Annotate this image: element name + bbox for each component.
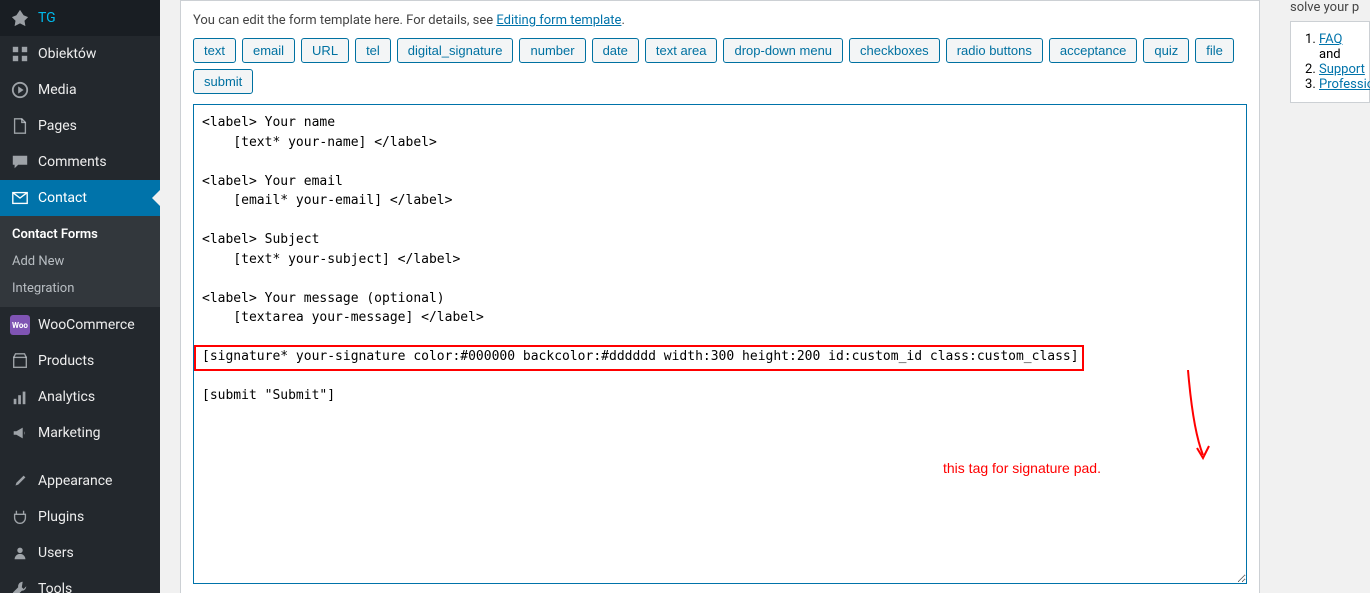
sidebar-item-products[interactable]: Products xyxy=(0,343,160,379)
link-after: and xyxy=(1319,47,1341,62)
sidebar-item-label: Plugins xyxy=(38,509,84,525)
woo-icon: Woo xyxy=(10,315,30,335)
sidebar-item-label: Contact xyxy=(38,190,87,206)
products-icon xyxy=(10,351,30,371)
sidebar-item-label: Pages xyxy=(38,118,77,134)
tag-checkboxes-button[interactable]: checkboxes xyxy=(849,38,940,63)
intro-text: You can edit the form template here. For… xyxy=(193,13,1247,28)
analytics-icon xyxy=(10,387,30,407)
appearance-icon xyxy=(10,471,30,491)
sidebar-item-label: Appearance xyxy=(38,473,112,489)
sidebar-item-plugins[interactable]: Plugins xyxy=(0,499,160,535)
tag-date-button[interactable]: date xyxy=(592,38,639,63)
tag-quiz-button[interactable]: quiz xyxy=(1143,38,1189,63)
intro-prefix: You can edit the form template here. For… xyxy=(193,13,496,28)
sidebar-item-pages[interactable]: Pages xyxy=(0,108,160,144)
sidebar-item-media[interactable]: Media xyxy=(0,72,160,108)
sidebar-item-analytics[interactable]: Analytics xyxy=(0,379,160,415)
page-icon xyxy=(10,116,30,136)
tag-number-button[interactable]: number xyxy=(519,38,585,63)
sidebar-item-label: WooCommerce xyxy=(38,317,135,333)
form-editor-panel: You can edit the form template here. For… xyxy=(180,0,1260,593)
submenu-integration[interactable]: Integration xyxy=(0,275,160,302)
tag-acceptance-button[interactable]: acceptance xyxy=(1049,38,1138,63)
tag-radio-button[interactable]: radio buttons xyxy=(946,38,1043,63)
submenu-add-new[interactable]: Add New xyxy=(0,248,160,275)
sidebar-item-label: TG xyxy=(38,10,56,26)
sidebar-item-label: Users xyxy=(38,545,74,561)
mail-icon xyxy=(10,188,30,208)
sidebar-item-obiektow[interactable]: Obiektów xyxy=(0,36,160,72)
tag-dropdown-button[interactable]: drop-down menu xyxy=(723,38,843,63)
sidebar-item-label: Comments xyxy=(38,154,107,170)
sidebar-item-marketing[interactable]: Marketing xyxy=(0,415,160,451)
sidebar-item-comments[interactable]: Comments xyxy=(0,144,160,180)
sidebar-item-users[interactable]: Users xyxy=(0,535,160,571)
tag-email-button[interactable]: email xyxy=(242,38,295,63)
group-icon xyxy=(10,44,30,64)
help-link-item: Support xyxy=(1319,62,1359,77)
intro-suffix: . xyxy=(621,13,624,28)
sidebar-item-tg[interactable]: TG xyxy=(0,0,160,36)
sidebar-item-tools[interactable]: Tools xyxy=(0,571,160,593)
sidebar-item-contact[interactable]: Contact xyxy=(0,180,160,216)
main-content: You can edit the form template here. For… xyxy=(160,0,1280,593)
right-intro-text: solve your p xyxy=(1290,0,1370,15)
form-template-textarea[interactable] xyxy=(193,104,1247,584)
admin-sidebar: TG Obiektów Media Pages Comments Contact… xyxy=(0,0,160,593)
sidebar-item-label: Products xyxy=(38,353,94,369)
tag-submit-button[interactable]: submit xyxy=(193,69,253,94)
tag-tel-button[interactable]: tel xyxy=(355,38,391,63)
professional-link[interactable]: Professio xyxy=(1319,77,1370,92)
sidebar-item-label: Tools xyxy=(38,581,72,593)
sidebar-item-label: Marketing xyxy=(38,425,101,441)
sidebar-item-appearance[interactable]: Appearance xyxy=(0,463,160,499)
sidebar-item-woocommerce[interactable]: Woo WooCommerce xyxy=(0,307,160,343)
tag-button-row: text email URL tel digital_signature num… xyxy=(193,38,1247,94)
sidebar-submenu: Contact Forms Add New Integration xyxy=(0,216,160,307)
sidebar-item-label: Analytics xyxy=(38,389,95,405)
tag-text-button[interactable]: text xyxy=(193,38,236,63)
comment-icon xyxy=(10,152,30,172)
tag-textarea-button[interactable]: text area xyxy=(645,38,718,63)
plugins-icon xyxy=(10,507,30,527)
users-icon xyxy=(10,543,30,563)
tag-url-button[interactable]: URL xyxy=(301,38,349,63)
editing-template-link[interactable]: Editing form template xyxy=(496,13,621,28)
annotation-text: this tag for signature pad. xyxy=(943,460,1101,476)
help-panel: FAQ and Support Professio xyxy=(1290,21,1370,103)
right-column: solve your p FAQ and Support Professio xyxy=(1280,0,1370,593)
faq-link[interactable]: FAQ xyxy=(1319,32,1342,47)
tag-file-button[interactable]: file xyxy=(1195,38,1234,63)
help-link-item: Professio xyxy=(1319,77,1359,92)
tools-icon xyxy=(10,579,30,593)
tag-digital-signature-button[interactable]: digital_signature xyxy=(397,38,514,63)
support-link[interactable]: Support xyxy=(1319,62,1365,77)
pin-icon xyxy=(10,8,30,28)
submenu-contact-forms[interactable]: Contact Forms xyxy=(0,221,160,248)
media-icon xyxy=(10,80,30,100)
sidebar-item-label: Obiektów xyxy=(38,46,96,62)
help-link-item: FAQ and xyxy=(1319,32,1359,62)
marketing-icon xyxy=(10,423,30,443)
sidebar-item-label: Media xyxy=(38,82,77,98)
